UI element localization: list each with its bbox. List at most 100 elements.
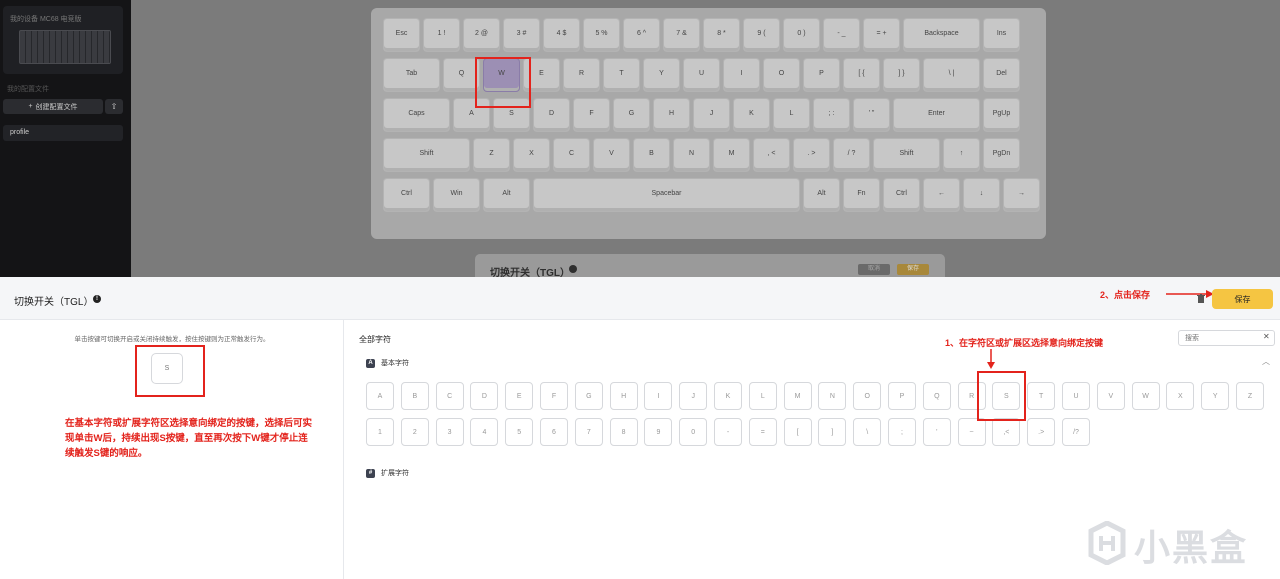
keyboard-key[interactable]: , < — [753, 138, 790, 172]
keyboard-key[interactable]: 7 & — [663, 18, 700, 52]
profile-item[interactable]: profile — [3, 125, 123, 141]
keyboard-key[interactable]: Alt — [483, 178, 530, 212]
char-key[interactable]: .> — [1027, 418, 1056, 446]
keyboard-key[interactable]: K — [733, 98, 770, 132]
char-key[interactable]: /? — [1062, 418, 1090, 446]
keyboard-key[interactable]: 3 # — [503, 18, 540, 52]
keyboard-key[interactable]: Del — [983, 58, 1020, 92]
keyboard-key[interactable]: G — [613, 98, 650, 132]
keyboard-key[interactable]: Shift — [383, 138, 470, 172]
char-key[interactable]: E — [505, 382, 534, 410]
keyboard-key[interactable]: B — [633, 138, 670, 172]
char-key[interactable]: ' — [922, 418, 951, 446]
keyboard-key[interactable]: Fn — [843, 178, 880, 212]
keyboard-key[interactable]: → — [1003, 178, 1040, 212]
char-key[interactable]: H — [609, 382, 638, 410]
ext-chars-header[interactable]: # 扩展字符 — [366, 468, 409, 478]
keyboard-key[interactable]: U — [683, 58, 720, 92]
char-key[interactable]: [ — [783, 418, 812, 446]
keyboard-key[interactable]: - _ — [823, 18, 860, 52]
chevron-up-icon[interactable]: ︿ — [1262, 356, 1270, 367]
keyboard-key[interactable]: 8 * — [703, 18, 740, 52]
keyboard-key[interactable]: T — [603, 58, 640, 92]
keyboard-key[interactable]: Y — [643, 58, 680, 92]
keyboard-key[interactable]: \ | — [923, 58, 980, 92]
keyboard-key[interactable]: Backspace — [903, 18, 980, 52]
keyboard-key[interactable]: Shift — [873, 138, 940, 172]
char-key[interactable]: I — [644, 382, 673, 410]
keyboard-key[interactable]: ; : — [813, 98, 850, 132]
keyboard-key[interactable]: Caps — [383, 98, 450, 132]
char-key[interactable]: X — [1166, 382, 1195, 410]
keyboard-key[interactable]: PgUp — [983, 98, 1020, 132]
char-key[interactable]: K — [714, 382, 742, 410]
char-key[interactable]: \ — [853, 418, 882, 446]
char-key[interactable]: L — [748, 382, 777, 410]
keyboard-key[interactable]: F — [573, 98, 610, 132]
char-key[interactable]: 3 — [435, 418, 464, 446]
keyboard-key[interactable]: Alt — [803, 178, 840, 212]
char-key[interactable]: Q — [922, 382, 951, 410]
char-key[interactable]: M — [783, 382, 812, 410]
keyboard-key[interactable]: J — [693, 98, 730, 132]
keyboard-key[interactable]: N — [673, 138, 710, 172]
keyboard-key[interactable]: ↓ — [963, 178, 1000, 212]
char-key[interactable]: - — [714, 418, 742, 446]
char-key[interactable]: 6 — [540, 418, 568, 446]
keyboard-key[interactable]: 2 @ — [463, 18, 500, 52]
char-key[interactable]: 0 — [679, 418, 708, 446]
search-input[interactable] — [1178, 330, 1275, 346]
char-key[interactable]: ~ — [957, 418, 986, 446]
info-icon[interactable]: ! — [93, 295, 101, 303]
keyboard-key[interactable]: X — [513, 138, 550, 172]
char-key[interactable]: N — [818, 382, 847, 410]
char-key[interactable]: 5 — [505, 418, 534, 446]
char-key[interactable]: 8 — [609, 418, 638, 446]
trash-icon[interactable] — [1197, 294, 1205, 303]
keyboard-key[interactable]: Esc — [383, 18, 420, 52]
char-key[interactable]: ; — [888, 418, 916, 446]
char-key[interactable]: Y — [1201, 382, 1230, 410]
char-key[interactable]: 1 — [366, 418, 394, 446]
device-card[interactable]: 我的设备 MC68 电竞版 — [3, 6, 123, 74]
keyboard-key[interactable]: . > — [793, 138, 830, 172]
char-key[interactable]: 4 — [470, 418, 499, 446]
keyboard-key[interactable]: M — [713, 138, 750, 172]
keyboard-key[interactable]: Enter — [893, 98, 980, 132]
char-key[interactable]: 9 — [644, 418, 673, 446]
keyboard-key[interactable]: 1 ! — [423, 18, 460, 52]
keyboard-key[interactable]: / ? — [833, 138, 870, 172]
char-key[interactable]: V — [1096, 382, 1125, 410]
char-key[interactable]: 2 — [400, 418, 429, 446]
keyboard-key[interactable]: I — [723, 58, 760, 92]
char-key[interactable]: U — [1062, 382, 1090, 410]
char-key[interactable]: 7 — [574, 418, 603, 446]
keyboard-key[interactable]: L — [773, 98, 810, 132]
basic-chars-header[interactable]: A 基本字符 — [366, 358, 409, 368]
char-key[interactable]: J — [679, 382, 708, 410]
keyboard-key[interactable]: 6 ^ — [623, 18, 660, 52]
keyboard-key[interactable]: R — [563, 58, 600, 92]
char-key[interactable]: A — [366, 382, 394, 410]
keyboard-key[interactable]: 5 % — [583, 18, 620, 52]
keyboard-key[interactable]: PgDn — [983, 138, 1020, 172]
keyboard-key[interactable]: ' " — [853, 98, 890, 132]
keyboard-key[interactable]: 0 ) — [783, 18, 820, 52]
keyboard-key[interactable]: Z — [473, 138, 510, 172]
save-button[interactable]: 保存 — [1212, 289, 1273, 309]
keyboard-key[interactable]: H — [653, 98, 690, 132]
char-key[interactable]: O — [853, 382, 882, 410]
create-profile-button[interactable]: + 创建配置文件 — [3, 99, 103, 114]
close-icon[interactable]: ✕ — [1263, 332, 1270, 341]
char-key[interactable]: T — [1027, 382, 1056, 410]
keyboard-key[interactable]: D — [533, 98, 570, 132]
keyboard-key[interactable]: C — [553, 138, 590, 172]
char-key[interactable]: P — [888, 382, 916, 410]
char-key[interactable]: D — [470, 382, 499, 410]
keyboard-key[interactable]: Win — [433, 178, 480, 212]
char-key[interactable]: W — [1131, 382, 1160, 410]
keyboard-key[interactable]: P — [803, 58, 840, 92]
char-key[interactable]: F — [540, 382, 568, 410]
char-key[interactable]: Z — [1236, 382, 1264, 410]
keyboard-key[interactable]: ] } — [883, 58, 920, 92]
